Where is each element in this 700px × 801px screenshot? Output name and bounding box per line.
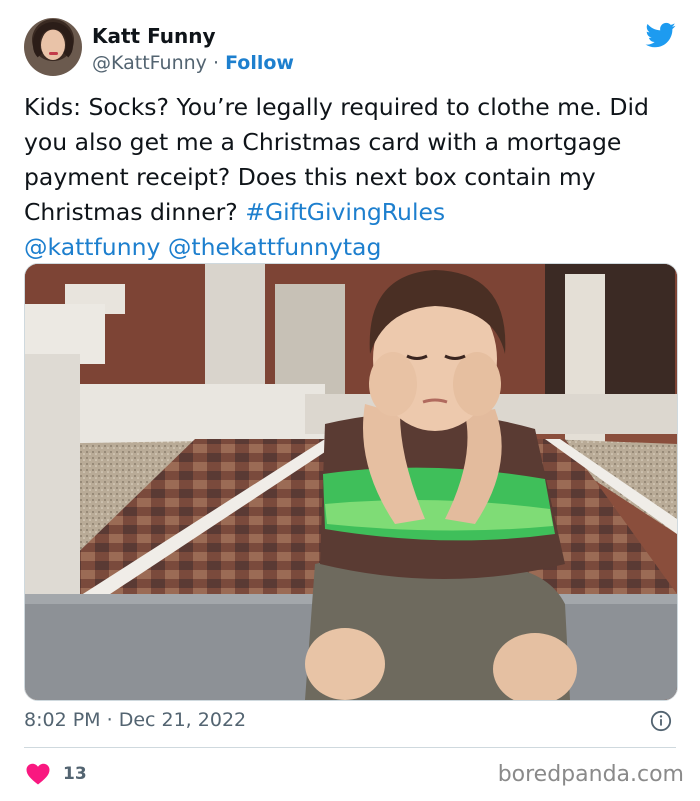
avatar[interactable] [24,18,82,76]
tweet-time: 8:02 PM [24,709,101,731]
time-separator: · [106,709,113,731]
watermark: boredpanda.com [497,762,684,787]
author-handle[interactable]: @KattFunny [92,52,207,74]
tweet-text: Kids: Socks? You’re legally required to … [24,90,679,265]
like-button[interactable]: 13 [26,762,87,786]
heart-icon [26,763,50,785]
avatar-hair [33,22,73,62]
handle-separator: · [212,52,220,74]
author-handle-row: @KattFunny · Follow [92,52,294,74]
mention-link-thekattfunnytag[interactable]: @thekattfunnytag [168,233,382,261]
boy-sitting-on-steps-image [25,264,677,700]
follow-button[interactable]: Follow [225,52,294,74]
twitter-bird-icon[interactable] [644,20,678,50]
divider [24,747,676,748]
tweet-header: Katt Funny @KattFunny · Follow [24,16,684,80]
tweet-date: Dec 21, 2022 [118,709,247,731]
hashtag-link[interactable]: #GiftGivingRules [245,198,445,226]
timestamp[interactable]: 8:02 PM · Dec 21, 2022 [24,709,246,731]
avatar-lips [49,52,58,55]
like-count: 13 [63,764,87,784]
author-name[interactable]: Katt Funny [92,24,216,48]
tweet-photo[interactable] [24,263,678,701]
info-icon[interactable] [650,710,672,732]
mention-link-kattfunny[interactable]: @kattfunny [24,233,160,261]
